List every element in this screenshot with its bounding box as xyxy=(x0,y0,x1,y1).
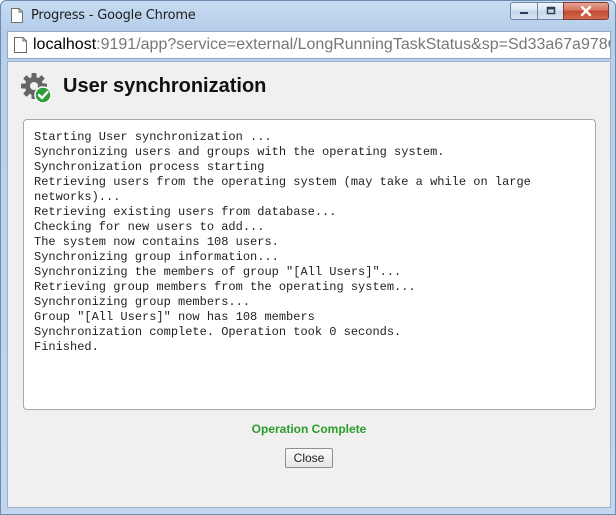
close-window-button[interactable] xyxy=(563,2,609,20)
log-line: Synchronizing users and groups with the … xyxy=(34,145,445,159)
minimize-icon xyxy=(520,12,528,14)
document-icon xyxy=(14,37,27,53)
status-message: Operation Complete xyxy=(251,422,367,436)
log-line: Synchronizing the members of group "[All… xyxy=(34,265,402,279)
log-line: Synchronizing group information... xyxy=(34,250,279,264)
window-title: Progress - Google Chrome xyxy=(31,8,196,23)
address-bar[interactable]: localhost:9191/app?service=external/Long… xyxy=(7,31,611,59)
log-line: networks)... xyxy=(34,190,121,204)
close-icon xyxy=(580,5,592,17)
log-line: Synchronization process starting xyxy=(34,160,265,174)
log-line: Synchronizing group members... xyxy=(34,295,251,309)
log-line: Checking for new users to add... xyxy=(34,220,265,234)
log-line: Retrieving existing users from database.… xyxy=(34,205,337,219)
log-line: Group "[All Users]" now has 108 members xyxy=(34,310,315,324)
url-text[interactable]: localhost:9191/app?service=external/Long… xyxy=(33,36,611,54)
url-host: localhost xyxy=(33,36,97,53)
maximize-icon xyxy=(546,6,555,15)
maximize-button[interactable] xyxy=(537,2,563,20)
title-bar[interactable]: Progress - Google Chrome xyxy=(1,1,615,30)
browser-window: Progress - Google Chrome localhost:9191/… xyxy=(0,0,616,515)
minimize-button[interactable] xyxy=(510,2,537,20)
log-line: Starting User synchronization ... xyxy=(34,130,272,144)
log-line: Synchronization complete. Operation took… xyxy=(34,325,402,339)
log-line: The system now contains 108 users. xyxy=(34,235,279,249)
log-line: Retrieving group members from the operat… xyxy=(34,280,416,294)
url-path: :9191/app?service=external/LongRunningTa… xyxy=(96,36,611,53)
page-content: User synchronization Starting User synch… xyxy=(7,61,611,508)
log-output[interactable]: Starting User synchronization ... Synchr… xyxy=(23,119,596,410)
page-icon xyxy=(11,8,23,23)
close-button[interactable]: Close xyxy=(285,448,333,468)
window-controls xyxy=(510,2,609,22)
page-title: User synchronization xyxy=(63,75,267,97)
log-line: Retrieving users from the operating syst… xyxy=(34,175,531,189)
log-line: Finished. xyxy=(34,340,99,354)
gear-check-icon xyxy=(21,73,52,104)
